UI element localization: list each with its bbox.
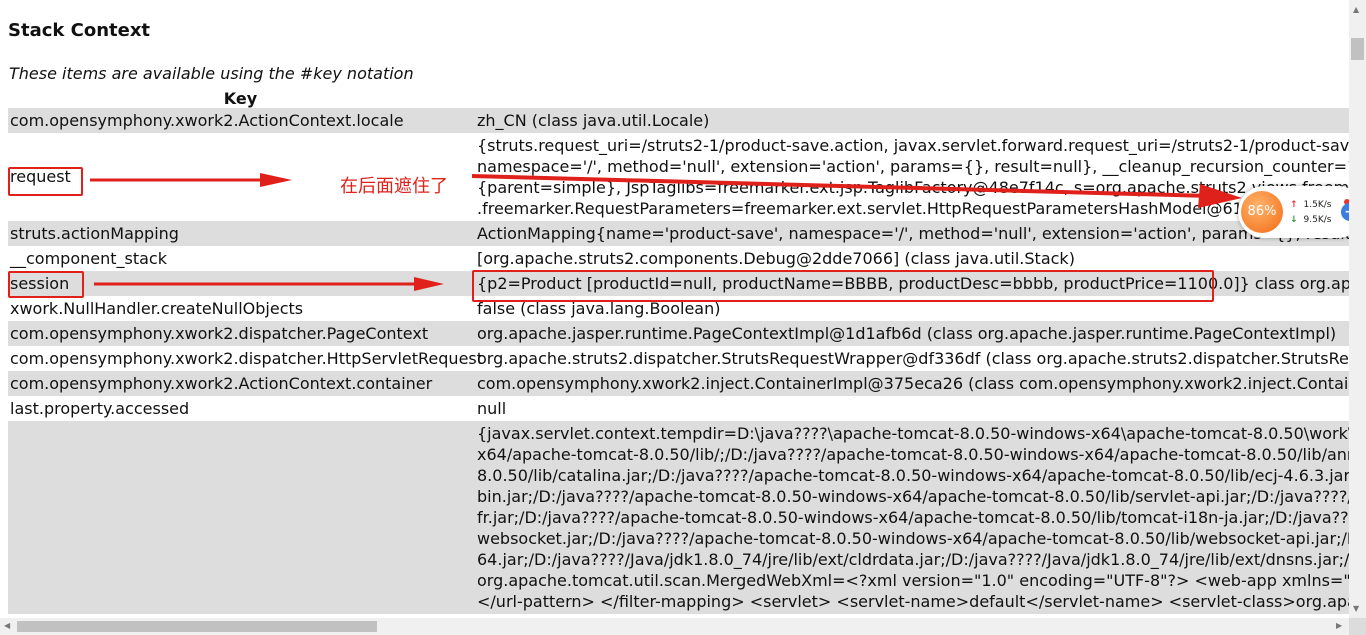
row-value-line: org.apache.struts2.dispatcher.StrutsRequ… <box>477 349 1349 368</box>
row-value: [org.apache.struts2.components.Debug@2dd… <box>477 248 1075 269</box>
row-value-line: zh_CN (class java.util.Locale) <box>477 111 710 130</box>
scroll-right-icon[interactable]: ▶ <box>1336 621 1342 630</box>
row-value: org.apache.struts2.dispatcher.StrutsRequ… <box>477 348 1349 369</box>
row-key: com.opensymphony.xwork2.dispatcher.HttpS… <box>10 349 484 368</box>
row-value-line: org.apache.jasper.runtime.PageContextImp… <box>477 324 1337 343</box>
row-value-line: {struts.request_uri=/struts2-1/product-s… <box>477 136 1349 155</box>
horizontal-scroll-thumb[interactable] <box>17 621 377 632</box>
download-arrow-icon: ↓ <box>1290 215 1298 225</box>
request-arrow-icon <box>90 173 292 187</box>
download-speed: ↓ 9.5K/s <box>1290 215 1331 225</box>
row-key: xwork.NullHandler.createNullObjects <box>10 299 304 318</box>
session-arrow-icon <box>94 277 444 291</box>
table-header-row: Key <box>8 84 1349 108</box>
row-key: com.opensymphony.xwork2.ActionContext.lo… <box>10 111 404 130</box>
table-row: com.opensymphony.xwork2.dispatcher.HttpS… <box>8 346 1349 371</box>
row-value-line: com.opensymphony.xwork2.inject.Container… <box>477 374 1349 393</box>
memory-usage-ball[interactable]: 86% <box>1241 191 1283 233</box>
page-title: Stack Context <box>8 20 151 41</box>
scrollbar-corner <box>1349 618 1366 635</box>
table-row: com.opensymphony.xwork2.dispatcher.PageC… <box>8 321 1349 346</box>
upload-speed: ↑ 1.5K/s <box>1290 200 1331 210</box>
row-value-line: 64.jar;/D:/java????/Java/jdk1.8.0_74/jre… <box>477 550 1349 569</box>
table-row: com.opensymphony.xwork2.ActionContext.co… <box>8 371 1349 396</box>
row-value-line: x64/apache-tomcat-8.0.50/lib/;/D:/java??… <box>477 445 1349 464</box>
row-value: ActionMapping{name='product-save', names… <box>477 223 1349 244</box>
stack-context-table: Key com.opensymphony.xwork2.ActionContex… <box>8 84 1349 614</box>
row-key: struts.actionMapping <box>10 224 179 243</box>
row-value: zh_CN (class java.util.Locale) <box>477 110 709 131</box>
upload-speed-value: 1.5K/s <box>1303 200 1332 210</box>
row-value: org.apache.jasper.runtime.PageContextImp… <box>477 323 1336 344</box>
network-speed-widget[interactable]: 86% ↑1.5K/s ↓9.5K/s + <box>1238 186 1364 238</box>
row-value: com.opensymphony.xwork2.inject.Container… <box>477 373 1349 394</box>
table-row: com.opensymphony.xwork2.ActionContext.lo… <box>8 108 1349 133</box>
row-value-line: ActionMapping{name='product-save', names… <box>477 224 1349 243</box>
row-value-line: [org.apache.struts2.components.Debug@2dd… <box>477 249 1075 268</box>
row-value-line: </url-pattern> </filter-mapping> <servle… <box>477 592 1349 611</box>
table-row: __component_stack [org.apache.struts2.com… <box>8 246 1349 271</box>
upload-arrow-icon: ↑ <box>1290 200 1298 210</box>
key-column-header: Key <box>223 89 258 108</box>
row-value-line: fr.jar;/D:/java????/apache-tomcat-8.0.50… <box>477 508 1349 527</box>
table-row: struts.actionMapping ActionMapping{name='… <box>8 221 1349 246</box>
annotation-text: 在后面遮住了 <box>340 176 448 197</box>
scroll-down-icon[interactable]: ▼ <box>1353 604 1359 613</box>
row-value-line: null <box>477 399 507 418</box>
value-arrow-icon <box>471 174 1242 208</box>
row-key: __component_stack <box>10 249 167 268</box>
scroll-up-icon[interactable]: ▲ <box>1353 5 1359 14</box>
row-value-line: websocket.jar;/D:/java????/apache-tomcat… <box>477 529 1349 548</box>
row-value-line: {javax.servlet.context.tempdir=D:\java??… <box>477 424 1349 443</box>
row-key: last.property.accessed <box>10 399 190 418</box>
request-highlight-box <box>8 167 83 196</box>
scroll-left-icon[interactable]: ◀ <box>4 621 10 630</box>
session-value-highlight-box <box>472 270 1214 302</box>
vertical-scroll-thumb[interactable] <box>1351 38 1364 60</box>
page-subtitle: These items are available using the #key… <box>9 64 414 83</box>
table-row: last.property.accessed null <box>8 396 1349 421</box>
session-highlight-box <box>8 271 84 298</box>
row-value-line: 8.0.50/lib/catalina.jar;/D:/java????/apa… <box>477 466 1349 485</box>
table-row: {javax.servlet.context.tempdir=D:\java??… <box>8 421 1349 614</box>
horizontal-scrollbar[interactable]: ◀ ▶ <box>0 618 1349 635</box>
row-key: com.opensymphony.xwork2.dispatcher.PageC… <box>10 324 429 343</box>
row-value: null <box>477 398 506 419</box>
download-speed-value: 9.5K/s <box>1303 215 1332 225</box>
page-viewport: Stack Context These items are available … <box>0 0 1349 618</box>
row-value: {javax.servlet.context.tempdir=D:\java??… <box>477 423 1349 612</box>
row-value-line: bin.jar;/D:/java????/apache-tomcat-8.0.5… <box>477 487 1349 506</box>
row-key: com.opensymphony.xwork2.ActionContext.co… <box>10 374 433 393</box>
vertical-scrollbar[interactable]: ▲ ▼ <box>1349 0 1366 618</box>
row-value-line: org.apache.tomcat.util.scan.MergedWebXml… <box>477 571 1349 590</box>
